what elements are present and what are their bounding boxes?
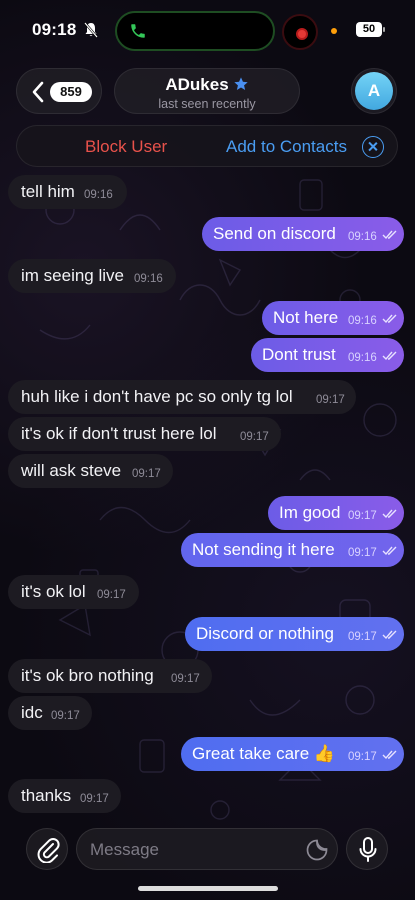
avatar-button[interactable]: A [351, 68, 397, 114]
home-indicator [138, 886, 278, 891]
message-text: im seeing live [21, 266, 124, 285]
chat-title-button[interactable]: ADukes last seen recently [114, 68, 300, 114]
status-time: 09:18 [32, 20, 77, 39]
message-bubble[interactable]: tell him 09:16 [8, 175, 127, 209]
message-text: Dont trust [262, 345, 336, 364]
chevron-left-icon [32, 81, 44, 103]
message-time: 09:17 [51, 710, 80, 722]
message-bubble[interactable]: idc 09:17 [8, 696, 92, 730]
chat-name: ADukes [165, 75, 229, 94]
message-bubble[interactable]: Im good 09:17 [268, 496, 404, 530]
double-check-icon [382, 546, 397, 556]
message-bubble[interactable]: im seeing live 09:16 [8, 259, 176, 293]
message-bubble[interactable]: will ask steve 09:17 [8, 454, 173, 488]
phone-icon [131, 24, 145, 38]
double-check-icon [382, 509, 397, 519]
message-time: 09:17 [171, 673, 200, 685]
mic-privacy-dot [331, 28, 337, 34]
message-bubble[interactable]: thanks 09:17 [8, 779, 121, 813]
message-time: 09:17 [348, 510, 377, 522]
message-time: 09:17 [348, 751, 377, 763]
message-text: thanks [21, 786, 72, 805]
double-check-icon [382, 750, 397, 760]
recording-indicator [282, 14, 318, 50]
block-user-button[interactable]: Block User [85, 137, 167, 157]
message-text: tell him [21, 182, 75, 201]
message-time: 09:16 [134, 273, 163, 285]
message-bubble[interactable]: Great take care 👍 09:17 [181, 737, 404, 771]
message-time: 09:17 [97, 589, 126, 601]
back-button[interactable]: 859 [16, 68, 102, 114]
microphone-icon [359, 837, 377, 862]
message-text: Send on discord [213, 224, 336, 243]
bell-slash-icon [84, 22, 98, 38]
message-time: 09:17 [316, 394, 345, 406]
message-text: it's ok if don't trust here lol [21, 424, 217, 443]
double-check-icon [382, 314, 397, 324]
message-bubble[interactable]: it's ok lol 09:17 [8, 575, 139, 609]
message-bubble[interactable]: Not sending it here 09:17 [181, 533, 404, 567]
message-text: huh like i don't have pc so only tg lol [21, 387, 293, 406]
message-text: Im good [279, 503, 341, 522]
message-text: Not sending it here [192, 540, 335, 559]
message-time: 09:17 [348, 547, 377, 559]
message-time: 09:17 [240, 431, 269, 443]
double-check-icon [382, 630, 397, 640]
close-icon[interactable] [362, 136, 384, 158]
message-time: 09:16 [84, 189, 113, 201]
message-time: 09:17 [348, 631, 377, 643]
attach-button[interactable] [26, 828, 68, 870]
last-seen-status: last seen recently [158, 97, 256, 111]
message-time: 09:16 [348, 352, 377, 364]
avatar: A [355, 72, 393, 110]
message-bubble[interactable]: Send on discord 09:16 [202, 217, 404, 251]
message-bubble[interactable]: it's ok bro nothing 09:17 [8, 659, 212, 693]
message-text: idc [21, 703, 43, 722]
status-bar: 09:18 50 [0, 0, 415, 62]
message-bubble[interactable]: Dont trust 09:16 [251, 338, 404, 372]
message-text: Discord or nothing [196, 624, 334, 643]
double-check-icon [382, 230, 397, 240]
star-icon [233, 77, 248, 90]
message-text: Not here [273, 308, 339, 327]
microphone-button[interactable] [346, 828, 388, 870]
paperclip-icon [37, 838, 60, 863]
message-time: 09:17 [80, 793, 109, 805]
message-bubble[interactable]: it's ok if don't trust here lol 09:17 [8, 417, 281, 451]
message-text: Great take care 👍 [192, 744, 336, 763]
message-text: it's ok lol [21, 582, 86, 601]
message-time: 09:17 [132, 468, 161, 480]
contact-action-bar: Block User Add to Contacts [16, 125, 398, 167]
message-text: will ask steve [21, 461, 122, 480]
unread-count-badge: 859 [50, 82, 92, 102]
message-bubble[interactable]: Discord or nothing 09:17 [185, 617, 404, 651]
message-text: it's ok bro nothing [21, 666, 154, 685]
message-bubble[interactable]: Not here 09:16 [262, 301, 404, 335]
double-check-icon [382, 351, 397, 361]
add-to-contacts-button[interactable]: Add to Contacts [226, 137, 347, 157]
battery-indicator: 50 [356, 22, 385, 37]
sticker-icon[interactable] [306, 839, 328, 861]
message-time: 09:16 [348, 231, 377, 243]
message-time: 09:16 [348, 315, 377, 327]
message-input-container[interactable] [76, 828, 338, 870]
message-bubble[interactable]: huh like i don't have pc so only tg lol … [8, 380, 356, 414]
message-input[interactable] [90, 838, 290, 862]
dynamic-island[interactable] [115, 11, 275, 51]
